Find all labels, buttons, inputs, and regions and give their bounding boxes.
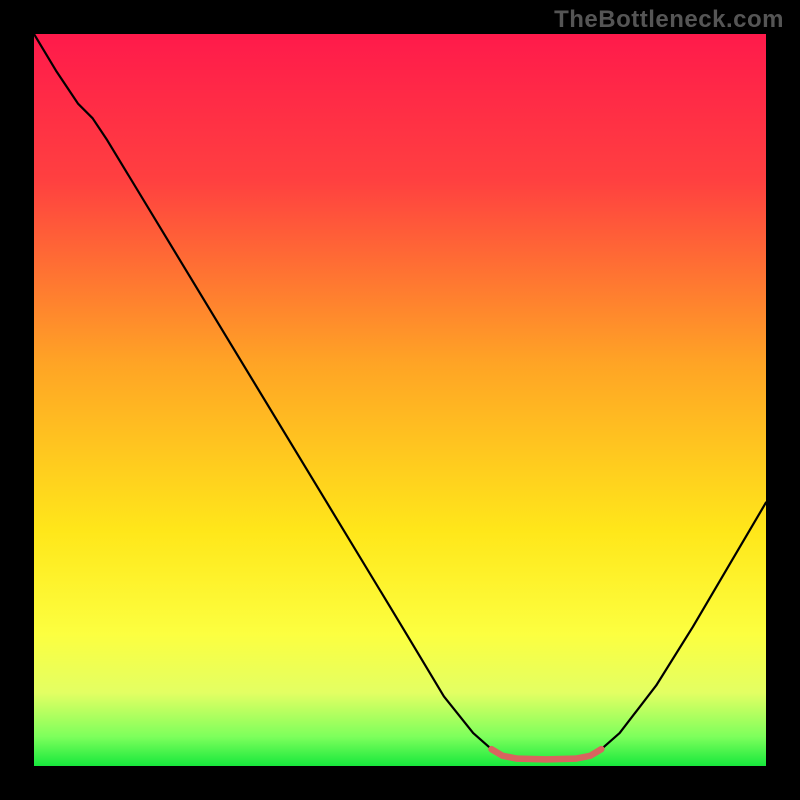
chart-frame: TheBottleneck.com — [0, 0, 800, 800]
chart-svg — [34, 34, 766, 766]
watermark-text: TheBottleneck.com — [554, 6, 784, 34]
gradient-background — [34, 34, 766, 766]
plot-area — [34, 34, 766, 766]
